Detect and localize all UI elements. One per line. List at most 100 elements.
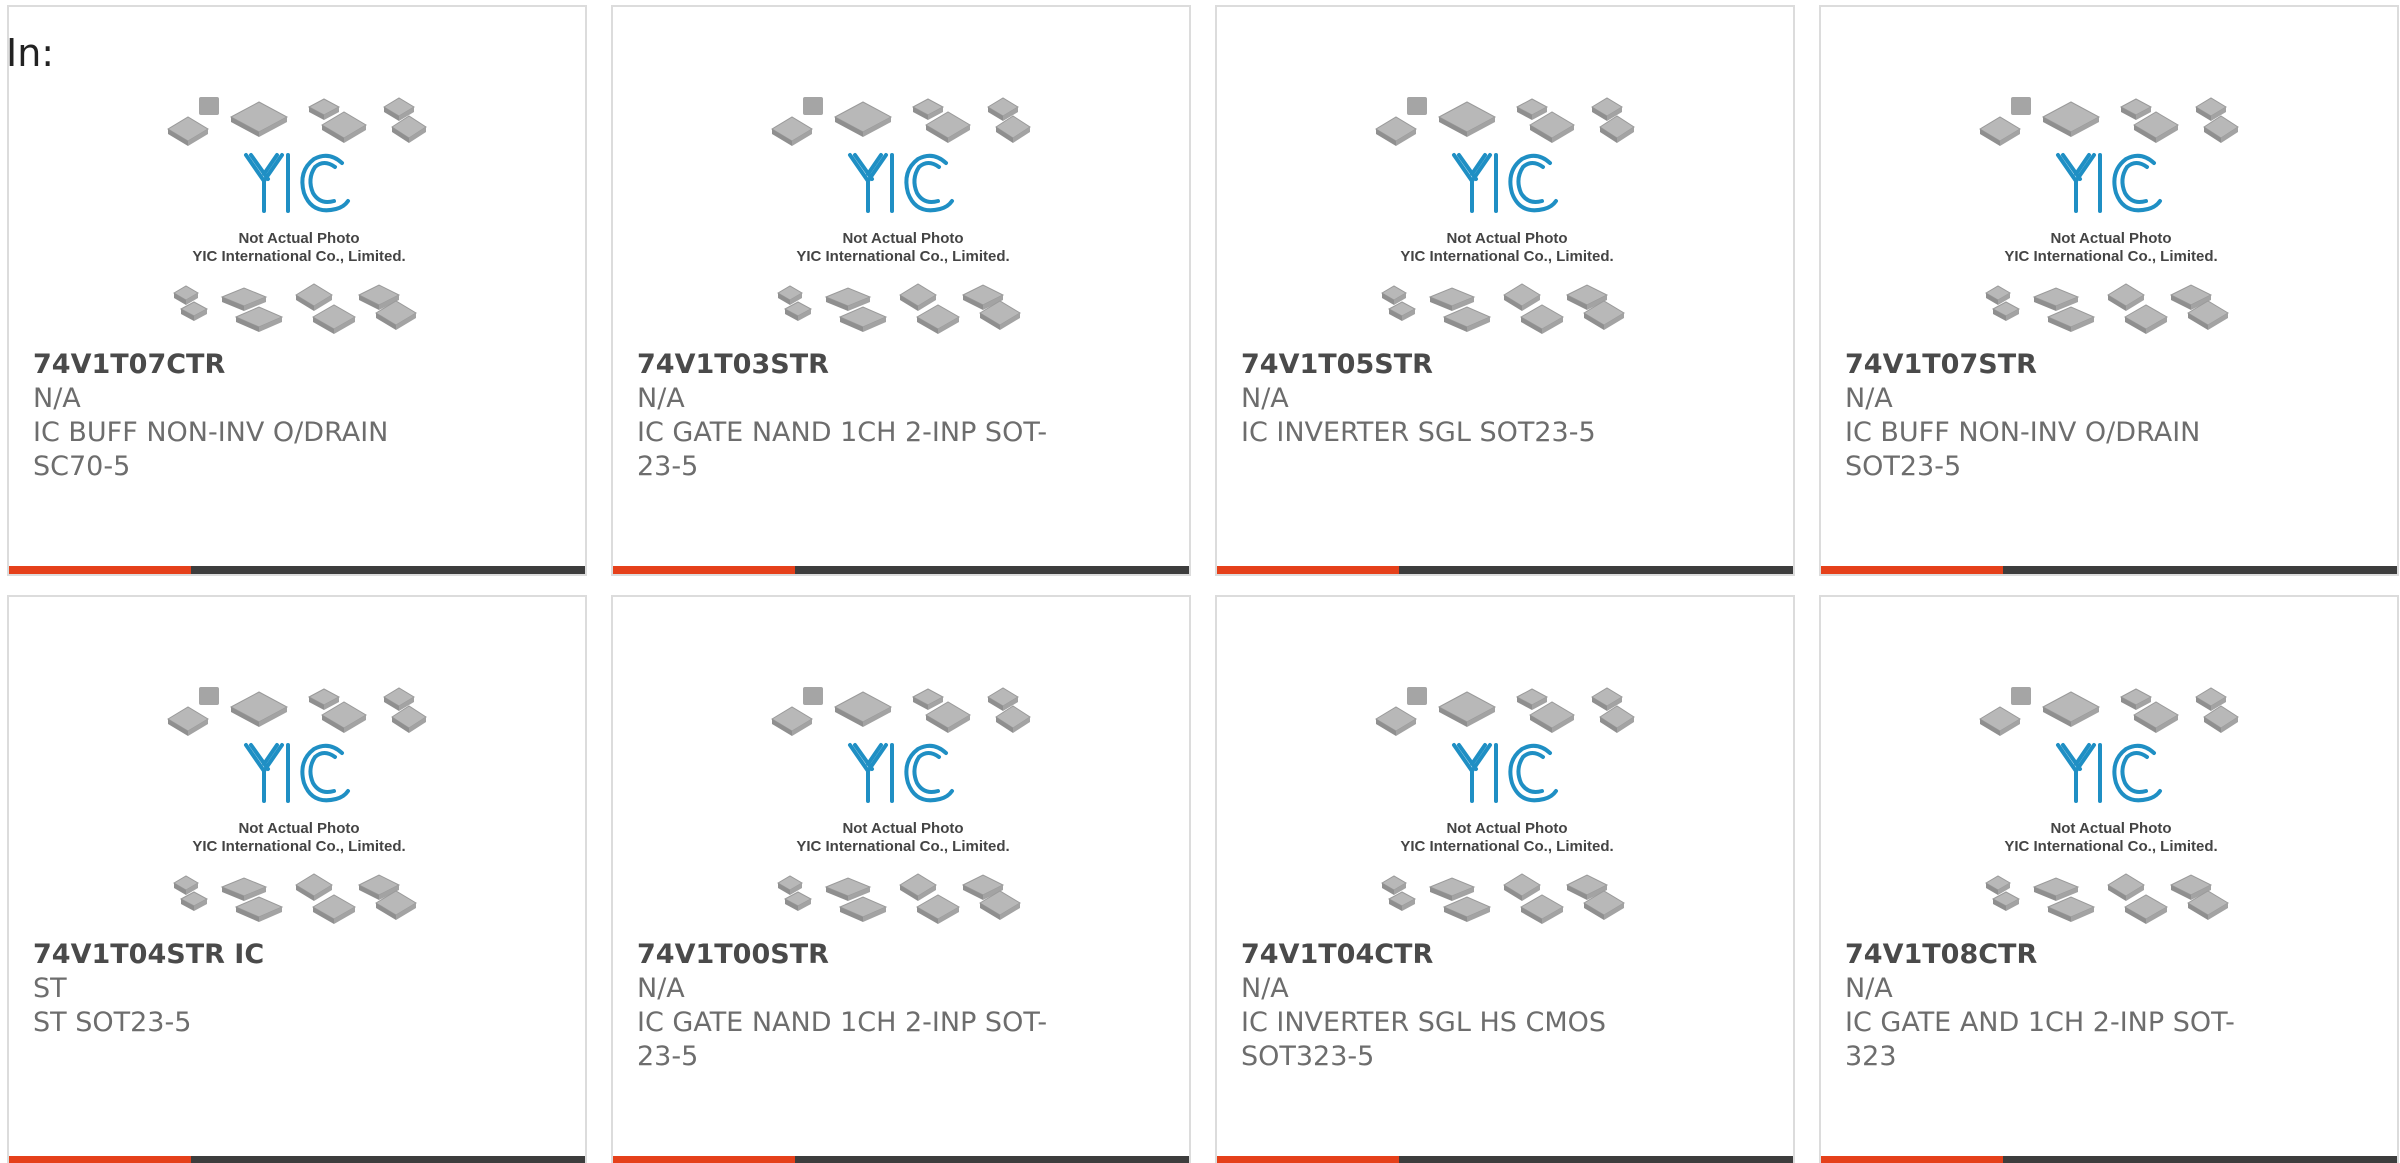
chip-icon: [295, 873, 333, 901]
chip-icon: [803, 97, 823, 115]
part-number-link[interactable]: 74V1T08CTR: [1845, 938, 2275, 972]
chip-icon: [311, 304, 357, 334]
image-caption-line1: Not Actual Photo: [238, 820, 359, 837]
card-footer-accent: [613, 1156, 795, 1163]
chip-icon: [833, 691, 893, 727]
image-caption-line2: YIC International Co., Limited.: [796, 248, 1009, 265]
card-footer-accent: [1821, 1156, 2003, 1163]
not-actual-photo-image: Not Actual PhotoYIC International Co., L…: [771, 687, 1031, 924]
part-number-link[interactable]: 74V1T07STR: [1845, 348, 2275, 382]
chip-icon: [1387, 891, 1417, 911]
chip-icon: [167, 116, 209, 146]
product-card[interactable]: Not Actual Photo YIC International Co., L…: [1819, 595, 2399, 1163]
product-image[interactable]: Not Actual Photo YIC International Co., L…: [1976, 97, 2246, 342]
image-caption: Not Actual PhotoYIC International Co., L…: [796, 230, 1009, 265]
image-caption: Not Actual PhotoYIC International Co., L…: [192, 230, 405, 265]
product-card[interactable]: Not Actual Photo YIC International Co., L…: [1819, 5, 2399, 576]
chip-icon: [2119, 688, 2153, 710]
manufacturer: N/A: [1845, 973, 1893, 1004]
chip-packages-top: [771, 97, 1031, 146]
yic-logo-icon: [244, 153, 350, 213]
product-card[interactable]: Not Actual Photo YIC International Co., L…: [1215, 595, 1795, 1163]
yic-logo-icon: [2056, 153, 2162, 213]
image-caption-line2: YIC International Co., Limited.: [2004, 248, 2217, 265]
product-image[interactable]: Not Actual Photo YIC International Co., L…: [1372, 97, 1642, 342]
product-info: 74V1T08CTR N/A IC GATE AND 1CH 2-INP SOT…: [1845, 938, 2275, 1074]
manufacturer: N/A: [637, 383, 685, 414]
chip-icon: [1991, 301, 2021, 321]
card-footer-bar: [1217, 566, 1793, 574]
chip-icon: [915, 894, 961, 924]
chip-icon: [803, 687, 823, 705]
product-info: 74V1T04STR IC ST ST SOT23-5: [33, 938, 463, 1040]
chip-packages-top: [1375, 97, 1635, 146]
description: IC GATE NAND 1CH 2-INP SOT-23-5: [637, 1007, 1048, 1072]
description: IC GATE NAND 1CH 2-INP SOT-23-5: [637, 417, 1048, 482]
not-actual-photo-image: Not Actual PhotoYIC International Co., L…: [1979, 687, 2239, 924]
description: ST SOT23-5: [33, 1007, 192, 1038]
part-number-link[interactable]: 74V1T00STR: [637, 938, 1067, 972]
chip-icon: [2107, 283, 2145, 311]
product-image[interactable]: Not Actual Photo YIC International Co., L…: [1976, 687, 2246, 932]
product-card[interactable]: Not Actual Photo YIC International Co., L…: [611, 5, 1191, 576]
product-card[interactable]: Not Actual Photo YIC International Co., L…: [611, 595, 1191, 1163]
image-caption-line2: YIC International Co., Limited.: [1400, 838, 1613, 855]
chip-icon: [899, 873, 937, 901]
card-footer-accent: [9, 566, 191, 574]
part-number-link[interactable]: 74V1T07CTR: [33, 348, 463, 382]
chip-icon: [1515, 688, 1549, 710]
product-card[interactable]: Not Actual Photo YIC International Co., L…: [7, 5, 587, 576]
manufacturer: N/A: [1241, 973, 1289, 1004]
not-actual-photo-image: Not Actual PhotoYIC International Co., L…: [1375, 687, 1635, 924]
card-footer-accent: [9, 1156, 191, 1163]
chip-icon: [2046, 896, 2096, 922]
product-info: 74V1T04CTR N/A IC INVERTER SGL HS CMOS S…: [1241, 938, 1671, 1074]
part-number-link[interactable]: 74V1T04STR IC: [33, 938, 463, 972]
chip-icon: [234, 306, 284, 332]
chip-icon: [2119, 98, 2153, 120]
product-image[interactable]: Not Actual Photo YIC International Co., L…: [1372, 687, 1642, 932]
product-image[interactable]: Not Actual Photo YIC International Co., L…: [164, 97, 434, 342]
not-actual-photo-image: Not Actual PhotoYIC International Co., L…: [1979, 97, 2239, 334]
chip-icon: [1442, 306, 1492, 332]
image-caption-line1: Not Actual Photo: [1446, 230, 1567, 247]
product-info: 74V1T07STR N/A IC BUFF NON-INV O/DRAIN S…: [1845, 348, 2275, 484]
not-actual-photo-image: Not Actual PhotoYIC International Co., L…: [167, 97, 427, 334]
card-footer-accent: [1217, 1156, 1399, 1163]
image-caption-line2: YIC International Co., Limited.: [2004, 838, 2217, 855]
chip-icon: [2123, 304, 2169, 334]
part-number-link[interactable]: 74V1T05STR: [1241, 348, 1671, 382]
product-image[interactable]: Not Actual Photo YIC International Co., L…: [164, 687, 434, 932]
card-footer-bar: [613, 566, 1189, 574]
chip-icon: [2046, 306, 2096, 332]
card-footer-accent: [1821, 566, 2003, 574]
chip-icon: [229, 101, 289, 137]
chip-icon: [391, 705, 427, 733]
chip-icon: [229, 691, 289, 727]
not-actual-photo-image: Not Actual PhotoYIC International Co., L…: [1375, 97, 1635, 334]
chip-packages-top: [167, 97, 427, 146]
part-number-link[interactable]: 74V1T03STR: [637, 348, 1067, 382]
product-image[interactable]: Not Actual Photo YIC International Co., L…: [768, 687, 1038, 932]
description: IC BUFF NON-INV O/DRAIN SC70-5: [33, 417, 389, 482]
product-grid: Not Actual Photo YIC International Co., L…: [7, 5, 2399, 1163]
product-image[interactable]: Not Actual Photo YIC International Co., L…: [768, 97, 1038, 342]
chip-icon: [1503, 873, 1541, 901]
chip-packages-bottom: [777, 873, 1021, 924]
image-caption-line2: YIC International Co., Limited.: [192, 248, 405, 265]
card-footer-bar: [9, 1156, 585, 1163]
manufacturer: N/A: [1241, 383, 1289, 414]
chip-packages-top: [1375, 687, 1635, 736]
card-footer-bar: [1217, 1156, 1793, 1163]
chip-icon: [915, 304, 961, 334]
product-card[interactable]: Not Actual Photo YIC International Co., L…: [7, 595, 587, 1163]
yic-logo-icon: [1452, 153, 1558, 213]
chip-icon: [783, 891, 813, 911]
chip-icon: [167, 706, 209, 736]
chip-icon: [2011, 687, 2031, 705]
product-card[interactable]: Not Actual Photo YIC International Co., L…: [1215, 5, 1795, 576]
image-caption: Not Actual PhotoYIC International Co., L…: [2004, 820, 2217, 855]
chip-icon: [199, 687, 219, 705]
image-caption-line1: Not Actual Photo: [2050, 820, 2171, 837]
part-number-link[interactable]: 74V1T04CTR: [1241, 938, 1671, 972]
